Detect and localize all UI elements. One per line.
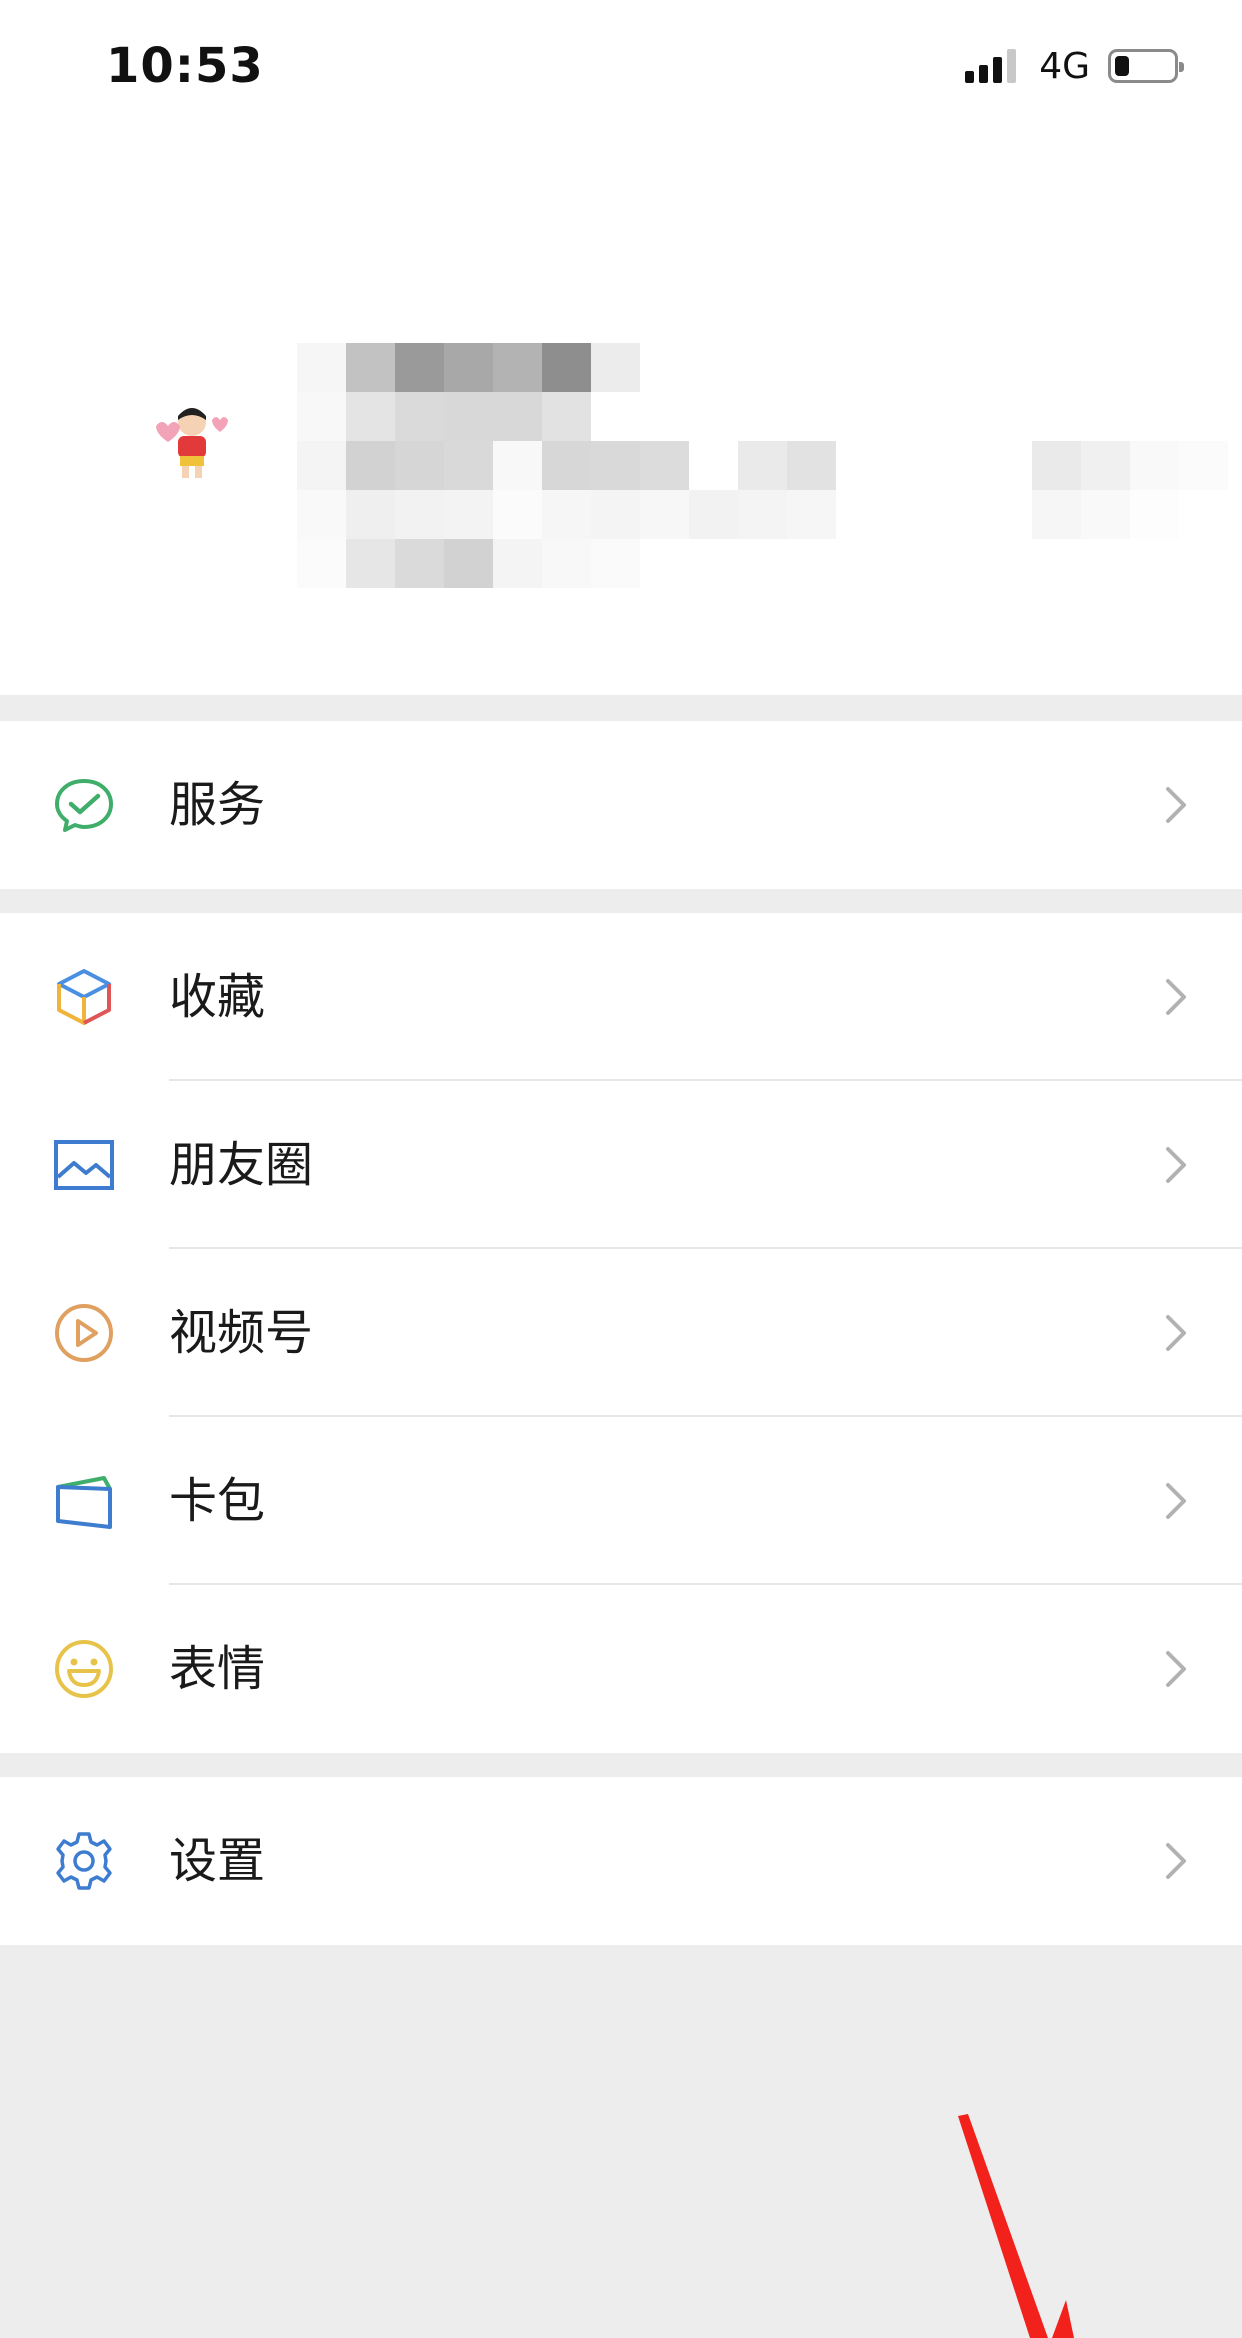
picture-icon xyxy=(54,1140,114,1190)
card-wallet-icon xyxy=(56,1476,112,1529)
settings-group: 设置 xyxy=(0,1777,1242,1945)
menu-item-moments[interactable]: 朋友圈 xyxy=(0,1081,1242,1249)
battery-icon xyxy=(1108,49,1184,83)
profile-header[interactable] xyxy=(0,140,1242,695)
pixelated-user-info xyxy=(0,140,1242,695)
mosaic-block xyxy=(689,441,738,490)
mosaic-block xyxy=(542,392,591,441)
mosaic-block xyxy=(395,490,444,539)
status-time: 10:53 xyxy=(106,38,264,94)
mosaic-block xyxy=(493,490,542,539)
cube-icon xyxy=(57,969,111,1025)
menu-label: 服务 xyxy=(169,777,266,833)
mosaic-block xyxy=(542,343,591,392)
menu-label: 收藏 xyxy=(169,969,266,1025)
mosaic-block xyxy=(493,539,542,588)
features-group: 收藏 朋友圈 视频号 卡包 表情 xyxy=(0,913,1242,1753)
menu-item-stickers[interactable]: 表情 xyxy=(0,1585,1242,1753)
menu-item-favorites[interactable]: 收藏 xyxy=(0,913,1242,1081)
mosaic-block xyxy=(787,490,836,539)
mosaic-block xyxy=(297,490,346,539)
gear-icon xyxy=(56,1832,112,1890)
mosaic-block xyxy=(297,392,346,441)
mosaic-block xyxy=(542,490,591,539)
menu-label: 卡包 xyxy=(169,1473,266,1529)
mosaic-block xyxy=(346,441,395,490)
menu-item-service[interactable]: 服务 xyxy=(0,721,1242,889)
mosaic-block xyxy=(493,441,542,490)
mosaic-block xyxy=(640,441,689,490)
mosaic-block xyxy=(1179,441,1228,490)
chevron-right-icon xyxy=(1166,1483,1186,1519)
menu-label: 朋友圈 xyxy=(169,1137,314,1193)
mosaic-block xyxy=(738,441,787,490)
mosaic-block xyxy=(444,441,493,490)
status-indicators: 4G xyxy=(965,45,1184,87)
mosaic-block xyxy=(591,539,640,588)
mosaic-block xyxy=(1130,490,1179,539)
chevron-right-icon xyxy=(1166,1147,1186,1183)
chevron-right-icon xyxy=(1166,787,1186,823)
smile-icon xyxy=(55,1640,113,1698)
menu-item-cards[interactable]: 卡包 xyxy=(0,1417,1242,1585)
menu-label: 表情 xyxy=(169,1641,266,1697)
mosaic-block xyxy=(346,490,395,539)
mosaic-block xyxy=(591,343,640,392)
menu-item-settings[interactable]: 设置 xyxy=(0,1777,1242,1945)
mosaic-block xyxy=(591,490,640,539)
chevron-right-icon xyxy=(1166,1843,1186,1879)
mosaic-block xyxy=(689,490,738,539)
menu-label: 视频号 xyxy=(169,1305,314,1361)
mosaic-block xyxy=(346,539,395,588)
mosaic-block xyxy=(1081,490,1130,539)
mosaic-block xyxy=(493,392,542,441)
mosaic-block xyxy=(444,490,493,539)
mosaic-block xyxy=(395,343,444,392)
mosaic-block xyxy=(395,392,444,441)
play-circle-icon xyxy=(55,1304,113,1362)
status-bar: 10:53 4G xyxy=(0,0,1242,140)
mosaic-block xyxy=(787,441,836,490)
mosaic-block xyxy=(640,490,689,539)
service-group: 服务 xyxy=(0,721,1242,889)
mosaic-block xyxy=(395,539,444,588)
mosaic-block xyxy=(542,539,591,588)
mosaic-block xyxy=(444,392,493,441)
mosaic-block xyxy=(1130,441,1179,490)
mosaic-block xyxy=(1032,441,1081,490)
chevron-right-icon xyxy=(1166,979,1186,1015)
network-type: 4G xyxy=(1039,45,1090,87)
mosaic-block xyxy=(346,343,395,392)
chevron-right-icon xyxy=(1166,1651,1186,1687)
mosaic-block xyxy=(297,343,346,392)
chevron-right-icon xyxy=(1166,1315,1186,1351)
battery-level xyxy=(1115,56,1129,76)
mosaic-block xyxy=(444,343,493,392)
mosaic-block xyxy=(1032,490,1081,539)
mosaic-block xyxy=(493,343,542,392)
mosaic-block xyxy=(297,539,346,588)
mosaic-block xyxy=(1081,441,1130,490)
mosaic-block xyxy=(591,441,640,490)
wechat-pay-check-icon xyxy=(55,779,113,832)
mosaic-block xyxy=(297,441,346,490)
mosaic-block xyxy=(346,392,395,441)
mosaic-block xyxy=(395,441,444,490)
mosaic-block xyxy=(444,539,493,588)
menu-label: 设置 xyxy=(169,1833,266,1889)
signal-strength-icon xyxy=(965,49,1021,83)
mosaic-block xyxy=(542,441,591,490)
menu-item-channels[interactable]: 视频号 xyxy=(0,1249,1242,1417)
mosaic-block xyxy=(738,490,787,539)
